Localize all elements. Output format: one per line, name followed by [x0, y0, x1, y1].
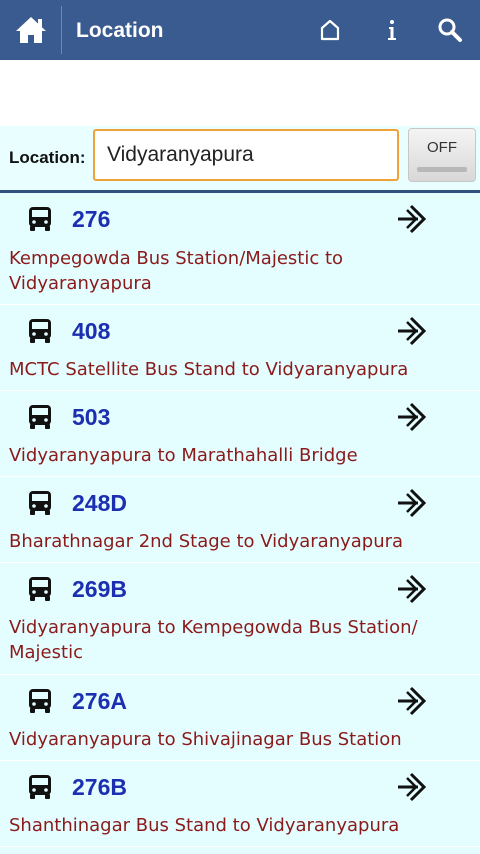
route-description: Vidyaranyapura to Kempegowda Bus Station… — [9, 617, 418, 663]
list-item[interactable]: 248D Bharathnagar 2nd Stage to Vidyarany… — [0, 477, 480, 563]
go-arrow-icon[interactable] — [396, 573, 430, 605]
top-app-bar: Location — [0, 0, 480, 60]
page-title: Location — [76, 19, 164, 42]
route-description: Shanthinagar Bus Stand to Vidyaranyapura — [9, 815, 400, 836]
bus-icon — [29, 775, 51, 799]
location-bar: Location: OFF — [0, 126, 480, 190]
go-arrow-icon[interactable] — [396, 315, 430, 347]
list-item[interactable]: 269B Vidyaranyapura to Kempegowda Bus St… — [0, 563, 480, 675]
route-description: Vidyaranyapura to Shivajinagar Bus Stati… — [9, 729, 402, 750]
bus-icon — [29, 689, 51, 713]
route-number: 248D — [72, 490, 127, 516]
search-button[interactable] — [428, 0, 472, 60]
location-input[interactable] — [93, 129, 399, 181]
info-button[interactable] — [370, 0, 414, 60]
house-outline-icon — [320, 19, 340, 41]
bus-icon — [29, 491, 51, 515]
route-description: Vidyaranyapura to Marathahalli Bridge — [9, 445, 358, 466]
location-label: Location: — [9, 148, 86, 167]
go-arrow-icon[interactable] — [396, 203, 430, 235]
bus-icon — [29, 577, 51, 601]
toggle-indicator — [417, 167, 467, 172]
list-item[interactable]: 503 Vidyaranyapura to Marathahalli Bridg… — [0, 391, 480, 477]
home-icon — [16, 17, 46, 43]
home-button[interactable] — [0, 0, 62, 60]
route-description: Kempegowda Bus Station/Majestic to Vidya… — [9, 248, 344, 294]
home-shortcut-button[interactable] — [308, 0, 352, 60]
route-number: 269B — [72, 576, 127, 602]
header-divider — [61, 6, 62, 54]
list-item[interactable]: 276B Shanthinagar Bus Stand to Vidyarany… — [0, 761, 480, 847]
route-number: 276B — [72, 774, 127, 800]
route-number: 503 — [72, 404, 111, 430]
route-list: 276 Kempegowda Bus Station/Majestic to V… — [0, 193, 480, 854]
search-icon — [438, 18, 462, 42]
route-description: Bharathnagar 2nd Stage to Vidyaranyapura — [9, 531, 404, 552]
list-item[interactable]: 276 Kempegowda Bus Station/Majestic to V… — [0, 193, 480, 305]
list-item[interactable]: 408 MCTC Satellite Bus Stand to Vidyaran… — [0, 305, 480, 391]
bus-icon — [29, 319, 51, 343]
go-arrow-icon[interactable] — [396, 685, 430, 717]
route-description: MCTC Satellite Bus Stand to Vidyaranyapu… — [9, 359, 409, 380]
bus-icon — [29, 405, 51, 429]
route-number: 276A — [72, 688, 127, 714]
route-number: 408 — [72, 318, 111, 344]
bus-icon — [29, 207, 51, 231]
list-item[interactable]: 276A Vidyaranyapura to Shivajinagar Bus … — [0, 675, 480, 761]
go-arrow-icon[interactable] — [396, 487, 430, 519]
toggle-label: OFF — [427, 139, 457, 156]
go-arrow-icon[interactable] — [396, 401, 430, 433]
go-arrow-icon[interactable] — [396, 771, 430, 803]
info-icon — [388, 20, 396, 40]
route-number: 276 — [72, 206, 111, 232]
location-toggle[interactable]: OFF — [408, 128, 476, 182]
